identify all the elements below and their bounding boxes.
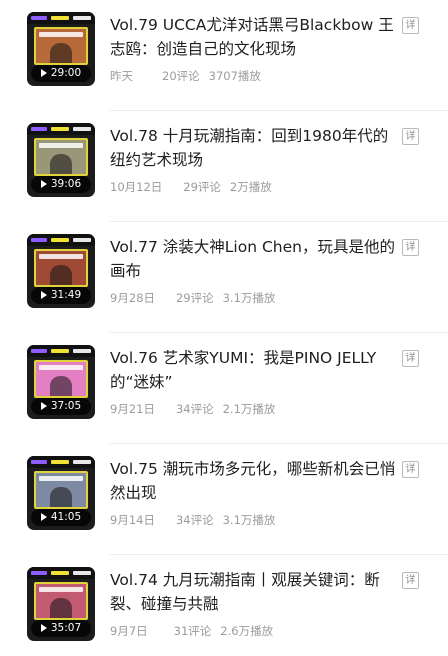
episode-title[interactable]: Vol.74 九月玩潮指南丨观展关键词：断裂、碰撞与共融 bbox=[110, 568, 396, 616]
episode-title[interactable]: Vol.77 涂装大神Lion Chen，玩具是他的画布 bbox=[110, 235, 396, 283]
comment-count: 34评论 bbox=[175, 402, 214, 416]
duration-text: 41:05 bbox=[50, 511, 82, 523]
thumbnail-screen bbox=[34, 360, 88, 398]
play-icon bbox=[40, 623, 47, 632]
comment-count: 29评论 bbox=[183, 180, 221, 194]
episode-date: 9月14日 bbox=[110, 513, 155, 527]
episode-meta: 9月14日 34评论 3.1万播放 bbox=[110, 512, 275, 528]
duration-badge: 31:49 bbox=[31, 287, 91, 304]
play-count: 2.1万播放 bbox=[222, 402, 276, 416]
episode-title[interactable]: Vol.78 十月玩潮指南：回到1980年代的纽约艺术现场 bbox=[110, 124, 396, 172]
episode-item[interactable]: 35:07 Vol.74 九月玩潮指南丨观展关键词：断裂、碰撞与共融 9月7日 31评… bbox=[0, 555, 448, 656]
duration-text: 35:07 bbox=[50, 622, 82, 634]
play-count: 3.1万播放 bbox=[222, 513, 276, 527]
episode-list: 29:00 Vol.79 UCCA尤洋对话黑弓Blackbow 王志鸥：创造自己的… bbox=[0, 0, 448, 656]
thumbnail-header-strip bbox=[27, 12, 95, 24]
episode-thumbnail[interactable]: 41:05 bbox=[27, 456, 95, 530]
play-count: 2万播放 bbox=[229, 180, 272, 194]
detail-icon[interactable]: 详 bbox=[402, 461, 419, 478]
episode-thumbnail[interactable]: 29:00 bbox=[27, 12, 95, 86]
episode-meta: 10月12日 29评论 2万播放 bbox=[110, 179, 272, 195]
detail-icon[interactable]: 详 bbox=[402, 128, 419, 145]
episode-title[interactable]: Vol.76 艺术家YUMI：我是PINO JELLY的“迷妹” bbox=[110, 346, 396, 394]
comment-count: 34评论 bbox=[175, 513, 214, 527]
play-icon bbox=[40, 290, 47, 299]
thumbnail-header-strip bbox=[27, 456, 95, 468]
comment-count: 20评论 bbox=[162, 69, 200, 83]
episode-date: 9月28日 bbox=[110, 291, 155, 305]
episode-thumbnail[interactable]: 35:07 bbox=[27, 567, 95, 641]
play-icon bbox=[40, 512, 47, 521]
duration-text: 31:49 bbox=[50, 289, 82, 301]
episode-thumbnail[interactable]: 39:06 bbox=[27, 123, 95, 197]
thumbnail-header-strip bbox=[27, 567, 95, 579]
episode-title[interactable]: Vol.79 UCCA尤洋对话黑弓Blackbow 王志鸥：创造自己的文化现场 bbox=[110, 13, 396, 61]
thumbnail-screen bbox=[34, 249, 88, 287]
thumbnail-header-strip bbox=[27, 345, 95, 357]
episode-date: 昨天 bbox=[110, 69, 133, 83]
play-count: 3707播放 bbox=[208, 69, 261, 83]
episode-date: 9月7日 bbox=[110, 624, 148, 638]
episode-item[interactable]: 39:06 Vol.78 十月玩潮指南：回到1980年代的纽约艺术现场 10月12日… bbox=[0, 111, 448, 222]
episode-item[interactable]: 41:05 Vol.75 潮玩市场多元化，哪些新机会已悄然出现 9月14日 34评论 3… bbox=[0, 444, 448, 555]
duration-badge: 29:00 bbox=[31, 65, 91, 82]
duration-badge: 41:05 bbox=[31, 509, 91, 526]
episode-date: 10月12日 bbox=[110, 180, 163, 194]
thumbnail-screen bbox=[34, 138, 88, 176]
duration-text: 39:06 bbox=[50, 178, 82, 190]
episode-thumbnail[interactable]: 37:05 bbox=[27, 345, 95, 419]
thumbnail-screen bbox=[34, 582, 88, 620]
episode-date: 9月21日 bbox=[110, 402, 155, 416]
episode-item[interactable]: 31:49 Vol.77 涂装大神Lion Chen，玩具是他的画布 9月28日 29… bbox=[0, 222, 448, 333]
play-icon bbox=[40, 68, 47, 77]
episode-title[interactable]: Vol.75 潮玩市场多元化，哪些新机会已悄然出现 bbox=[110, 457, 396, 505]
duration-badge: 35:07 bbox=[31, 620, 91, 637]
comment-count: 29评论 bbox=[175, 291, 214, 305]
duration-text: 29:00 bbox=[50, 67, 82, 79]
episode-meta: 昨天 20评论 3707播放 bbox=[110, 68, 261, 84]
detail-icon[interactable]: 详 bbox=[402, 17, 419, 34]
detail-icon[interactable]: 详 bbox=[402, 572, 419, 589]
duration-badge: 39:06 bbox=[31, 176, 91, 193]
thumbnail-header-strip bbox=[27, 123, 95, 135]
detail-icon[interactable]: 详 bbox=[402, 350, 419, 367]
thumbnail-screen bbox=[34, 27, 88, 65]
play-count: 2.6万播放 bbox=[220, 624, 274, 638]
play-count: 3.1万播放 bbox=[222, 291, 276, 305]
episode-thumbnail[interactable]: 31:49 bbox=[27, 234, 95, 308]
play-icon bbox=[40, 179, 47, 188]
duration-text: 37:05 bbox=[50, 400, 82, 412]
episode-item[interactable]: 37:05 Vol.76 艺术家YUMI：我是PINO JELLY的“迷妹” 9月2… bbox=[0, 333, 448, 444]
thumbnail-screen bbox=[34, 471, 88, 509]
episode-meta: 9月7日 31评论 2.6万播放 bbox=[110, 623, 273, 639]
comment-count: 31评论 bbox=[173, 624, 212, 638]
duration-badge: 37:05 bbox=[31, 398, 91, 415]
detail-icon[interactable]: 详 bbox=[402, 239, 419, 256]
episode-item[interactable]: 29:00 Vol.79 UCCA尤洋对话黑弓Blackbow 王志鸥：创造自己的… bbox=[0, 0, 448, 111]
episode-meta: 9月21日 34评论 2.1万播放 bbox=[110, 401, 275, 417]
play-icon bbox=[40, 401, 47, 410]
thumbnail-header-strip bbox=[27, 234, 95, 246]
episode-meta: 9月28日 29评论 3.1万播放 bbox=[110, 290, 275, 306]
